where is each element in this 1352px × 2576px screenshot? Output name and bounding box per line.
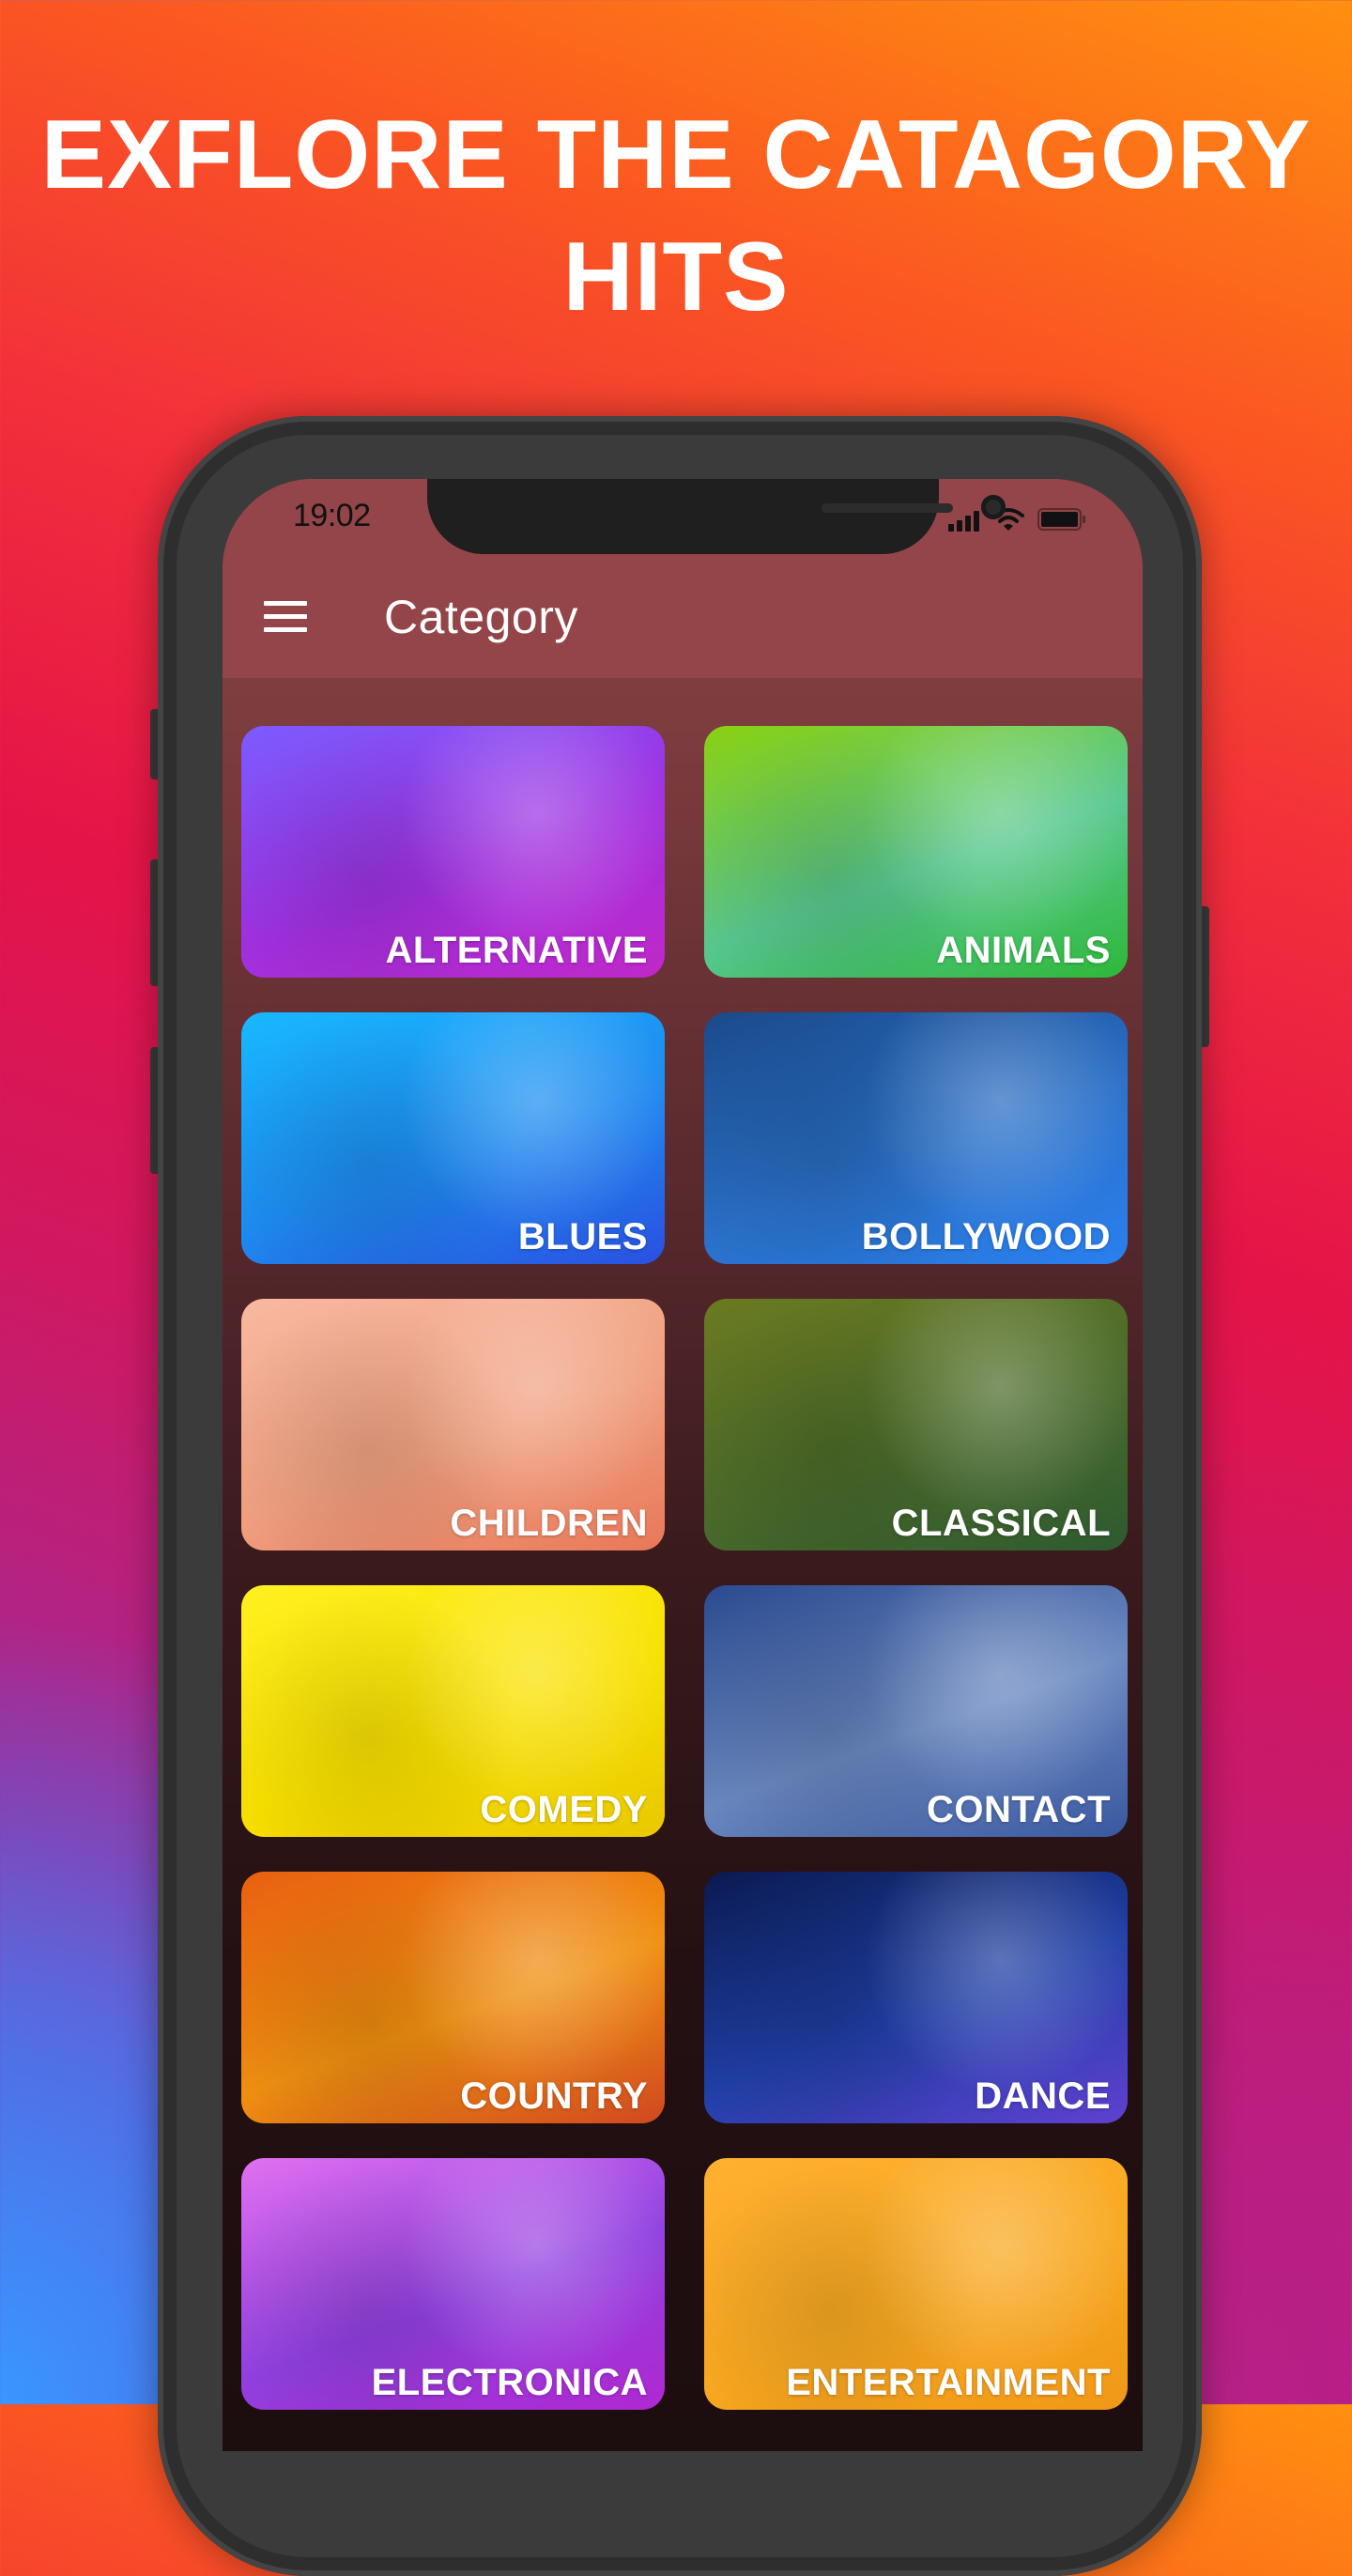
status-icons	[948, 507, 1086, 532]
headline-line-2: HITS	[562, 223, 790, 332]
category-card-bollywood[interactable]: BOLLYWOOD	[704, 1012, 1128, 1264]
category-label: BOLLYWOOD	[861, 1216, 1111, 1257]
hamburger-menu-icon[interactable]	[264, 601, 307, 633]
category-card-blues[interactable]: BLUES	[241, 1012, 665, 1264]
status-time: 19:02	[293, 498, 371, 533]
app-title: Category	[384, 591, 578, 643]
category-card-children[interactable]: CHILDREN	[241, 1299, 665, 1550]
phone-notch	[427, 479, 1006, 554]
signal-icon	[948, 511, 979, 532]
category-card-animals[interactable]: ANIMALS	[704, 726, 1128, 978]
battery-icon	[1037, 507, 1086, 532]
category-label: ELECTRONICA	[371, 2362, 648, 2403]
headline: EXFLORE THE CATAGORY HITS	[0, 94, 1352, 338]
category-card-comedy[interactable]: COMEDY	[241, 1585, 665, 1837]
category-label: ALTERNATIVE	[385, 930, 648, 971]
category-label: CLASSICAL	[891, 1503, 1111, 1544]
category-card-country[interactable]: COUNTRY	[241, 1872, 665, 2123]
category-card-entertainment[interactable]: ENTERTAINMENT	[704, 2158, 1128, 2410]
category-label: COUNTRY	[460, 2075, 648, 2117]
phone-screen: 19:02 Category ALTERNATIVE ANIMALS BLUES…	[223, 479, 1143, 2451]
category-label: CHILDREN	[450, 1503, 648, 1544]
category-label: CONTACT	[926, 1789, 1111, 1830]
phone-speaker	[822, 503, 953, 513]
category-label: COMEDY	[480, 1789, 648, 1830]
category-card-alternative[interactable]: ALTERNATIVE	[241, 726, 665, 978]
category-label: BLUES	[517, 1216, 648, 1257]
app-bar: Category	[223, 554, 1143, 678]
headline-line-1: EXFLORE THE CATAGORY	[40, 100, 1312, 209]
category-label: ENTERTAINMENT	[786, 2362, 1111, 2403]
category-card-contact[interactable]: CONTACT	[704, 1585, 1128, 1837]
category-label: ANIMALS	[936, 930, 1111, 971]
category-label: DANCE	[975, 2075, 1111, 2117]
category-card-dance[interactable]: DANCE	[704, 1872, 1128, 2123]
phone-camera	[981, 495, 1006, 519]
category-card-classical[interactable]: CLASSICAL	[704, 1299, 1128, 1550]
category-card-electronica[interactable]: ELECTRONICA	[241, 2158, 665, 2410]
